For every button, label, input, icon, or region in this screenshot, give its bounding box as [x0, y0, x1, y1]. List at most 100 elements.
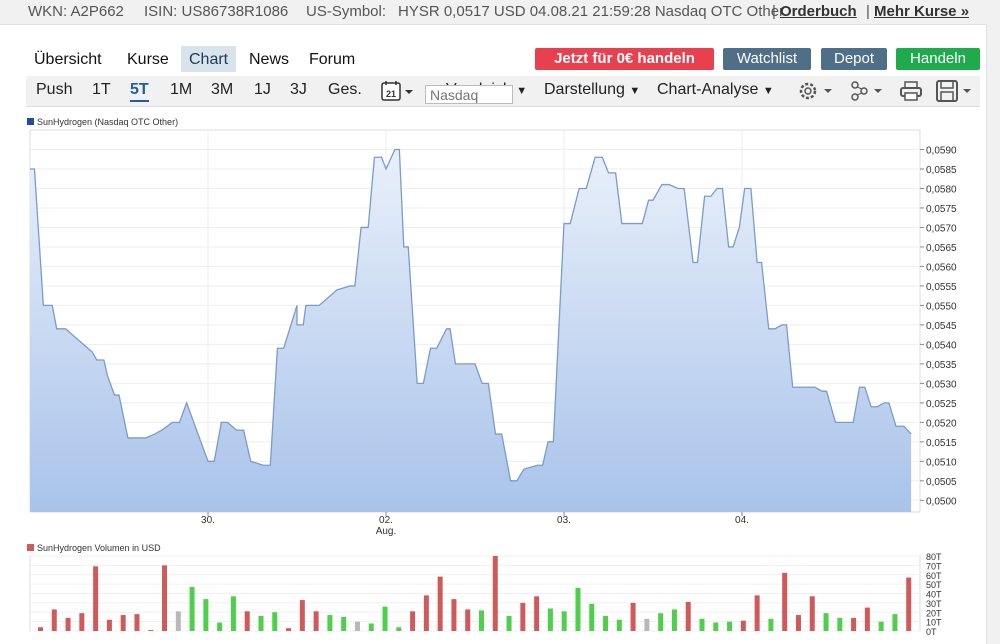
y-tick-label: 0,0505: [926, 477, 957, 488]
volume-y-tick-label: 70T: [926, 561, 942, 571]
volume-bar: [148, 630, 154, 631]
volume-bar: [754, 595, 760, 631]
volume-bar: [79, 613, 85, 631]
depot-button[interactable]: Depot: [821, 48, 887, 70]
volume-y-tick-label: 80T: [926, 552, 942, 562]
volume-y-tick-label: 60T: [926, 571, 942, 581]
volume-bar: [603, 616, 609, 631]
calendar-icon[interactable]: 21: [381, 79, 417, 108]
y-tick-label: 0,0545: [926, 321, 957, 332]
y-tick-label: 0,0515: [926, 438, 957, 449]
chevron-down-icon: ▼: [516, 85, 528, 97]
volume-bar: [423, 595, 429, 631]
vergleich-search-input[interactable]: [425, 85, 513, 104]
handeln-button[interactable]: Handeln: [896, 48, 980, 70]
instrument-info-bar: WKN: A2P662 ISIN: US86738R1086 US-Symbol…: [0, 0, 1000, 25]
quote-status-text: HYSR 0,0517 USD 04.08.21 21:59:28 Nasdaq…: [398, 3, 785, 20]
volume-bar: [106, 619, 112, 631]
volume-bar: [258, 616, 264, 631]
period-5t[interactable]: 5T: [130, 81, 149, 102]
tab-chart[interactable]: Chart: [181, 46, 237, 72]
period-gesamt[interactable]: Ges.: [328, 81, 362, 99]
y-tick-label: 0,0535: [926, 360, 957, 371]
y-tick-label: 0,0520: [926, 418, 957, 429]
watchlist-button[interactable]: Watchlist: [723, 48, 811, 70]
chart-analyse-label: Chart-Analyse: [657, 81, 759, 98]
volume-bar: [93, 566, 99, 631]
volume-bar: [671, 609, 677, 631]
volume-y-tick-label: 30T: [926, 599, 942, 609]
volume-bar: [547, 608, 553, 631]
price-area-fill: [30, 149, 912, 512]
volume-bar: [396, 627, 402, 631]
volume-bar: [616, 619, 622, 631]
volume-bar: [630, 602, 636, 631]
volume-bar: [51, 609, 57, 631]
volume-bar: [851, 617, 857, 631]
tab-uebersicht[interactable]: Übersicht: [26, 46, 110, 72]
period-1j[interactable]: 1J: [254, 81, 271, 99]
isin-label: ISIN: US86738R1086: [144, 3, 289, 20]
y-tick-label: 0,0575: [926, 204, 957, 215]
x-tick-label: 04.: [735, 515, 749, 526]
period-1t[interactable]: 1T: [92, 81, 111, 99]
volume-bar: [906, 577, 912, 631]
volume-bar: [534, 596, 540, 631]
volume-bar: [134, 614, 140, 631]
volume-legend-label: SunHydrogen Volumen in USD: [37, 543, 161, 553]
volume-bar: [520, 602, 526, 631]
volume-y-tick-label: 20T: [926, 608, 942, 618]
volume-bar: [368, 623, 374, 631]
period-3j[interactable]: 3J: [290, 81, 307, 99]
volume-bar: [286, 628, 292, 631]
volume-bar: [382, 606, 388, 631]
y-tick-label: 0,0500: [926, 496, 957, 507]
volume-y-tick-label: 40T: [926, 590, 942, 600]
volume-bar: [795, 615, 801, 631]
calendar-day: 21: [386, 89, 396, 99]
volume-bar: [506, 616, 512, 631]
volume-bar: [782, 572, 788, 631]
volume-bar: [589, 603, 595, 631]
volume-bar: [175, 611, 181, 631]
volume-bar: [203, 599, 209, 631]
volume-bar: [465, 609, 471, 631]
volume-bar: [437, 576, 443, 631]
mehr-kurse-link[interactable]: Mehr Kurse »: [874, 3, 969, 20]
volume-bar: [65, 617, 71, 631]
volume-bar: [354, 621, 360, 631]
indicators-icon[interactable]: [848, 79, 888, 108]
tab-kurse[interactable]: Kurse: [119, 46, 177, 72]
volume-bar: [38, 627, 43, 631]
volume-bar: [299, 600, 305, 631]
x-tick-label: 03.: [557, 515, 571, 526]
volume-bar: [878, 621, 884, 631]
period-1m[interactable]: 1M: [170, 81, 192, 99]
volume-bar: [575, 587, 581, 631]
volume-bar: [272, 612, 278, 631]
x-tick-label: 30.: [201, 515, 215, 526]
volume-bar: [120, 615, 126, 631]
trade-free-button[interactable]: Jetzt für 0€ handeln: [535, 48, 714, 70]
volume-bar: [644, 618, 650, 631]
period-3m[interactable]: 3M: [211, 81, 233, 99]
volume-bar: [561, 611, 567, 631]
volume-bar: [244, 611, 250, 631]
volume-bar: [410, 611, 416, 631]
y-tick-label: 0,0525: [926, 399, 957, 410]
save-icon[interactable]: [935, 79, 975, 108]
chart-analyse-dropdown[interactable]: Chart-Analyse ▼: [657, 81, 774, 99]
darstellung-dropdown[interactable]: Darstellung ▼: [544, 81, 640, 99]
volume-legend-swatch: [27, 544, 34, 551]
volume-y-tick-label: 10T: [926, 618, 942, 628]
tab-news[interactable]: News: [241, 46, 297, 72]
period-push[interactable]: Push: [36, 81, 72, 99]
volume-bar: [740, 620, 746, 631]
print-icon[interactable]: [899, 79, 923, 108]
price-legend-swatch: [27, 118, 34, 125]
us-symbol-label: US-Symbol:: [306, 3, 387, 20]
tab-forum[interactable]: Forum: [301, 46, 363, 72]
settings-gear-icon[interactable]: [796, 79, 836, 108]
volume-bar: [658, 613, 664, 631]
orderbuch-link[interactable]: Orderbuch: [780, 3, 857, 20]
